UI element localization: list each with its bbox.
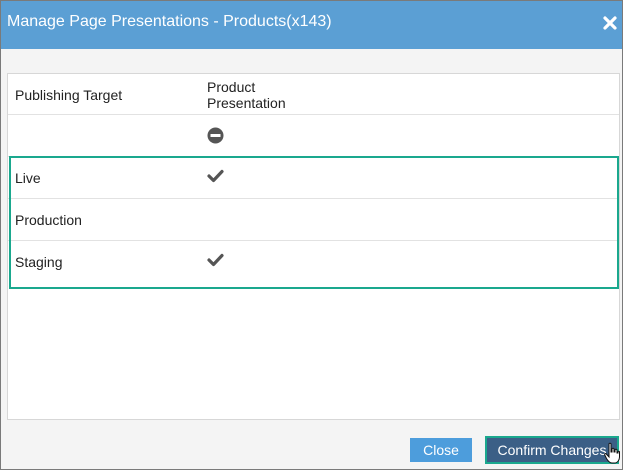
table-row[interactable]: Production: [8, 199, 619, 241]
check-icon[interactable]: [207, 169, 224, 183]
publishing-target-cell: Live: [15, 170, 41, 186]
close-button[interactable]: Close: [410, 438, 472, 462]
table-row[interactable]: [8, 115, 619, 157]
close-x-icon[interactable]: [602, 15, 618, 31]
column-header-line-2: Presentation: [207, 95, 286, 111]
publishing-target-cell: Production: [15, 212, 82, 228]
confirm-changes-button[interactable]: Confirm Changes: [485, 436, 619, 464]
publishing-target-cell: Staging: [15, 254, 63, 270]
column-header-publishing-target: Publishing Target: [15, 87, 123, 103]
table-row[interactable]: Live: [8, 157, 619, 199]
column-header-product-presentation: Product Presentation: [207, 79, 286, 111]
check-icon[interactable]: [207, 253, 224, 267]
dialog-title: Manage Page Presentations - Products(x14…: [7, 13, 332, 30]
minus-circle-icon[interactable]: [207, 127, 224, 144]
table-row[interactable]: Staging: [8, 241, 619, 282]
presentation-table: Publishing Target Product Presentation L…: [7, 73, 620, 420]
manage-page-presentations-dialog: Manage Page Presentations - Products(x14…: [0, 0, 623, 470]
dialog-titlebar: Manage Page Presentations - Products(x14…: [1, 1, 622, 49]
table-header-row: Publishing Target Product Presentation: [8, 74, 619, 115]
column-header-line-1: Product: [207, 79, 256, 95]
